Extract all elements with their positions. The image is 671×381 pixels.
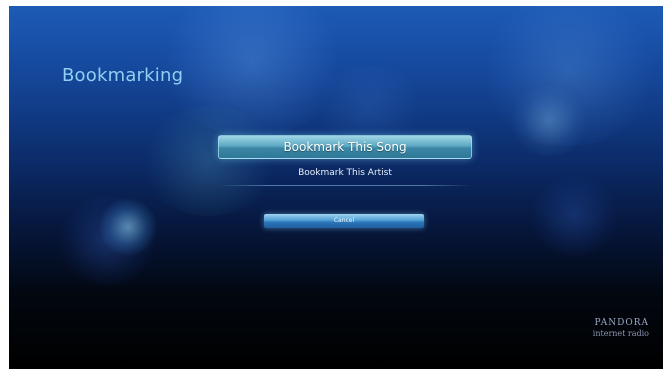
background-bokeh [309,66,429,146]
background-bokeh [157,6,347,136]
logo-tagline: internet radio [592,329,649,338]
bookmark-song-option[interactable]: Bookmark This Song [218,135,472,159]
background-bokeh [509,86,589,156]
background-bokeh [529,176,619,256]
tv-screen: Bookmarking Bookmark This Song Bookmark … [9,6,663,369]
background-bokeh [99,198,157,256]
bookmark-artist-option[interactable]: Bookmark This Artist [218,163,472,183]
menu-divider [218,185,472,186]
page-title: Bookmarking [62,65,184,86]
logo-name: PANDORA [594,318,649,328]
background-bokeh [57,196,157,286]
background-bokeh [139,106,279,216]
pandora-logo: PANDORA internet radio [565,319,649,338]
background-bokeh [479,6,659,146]
cancel-button[interactable]: Cancel [264,214,424,228]
